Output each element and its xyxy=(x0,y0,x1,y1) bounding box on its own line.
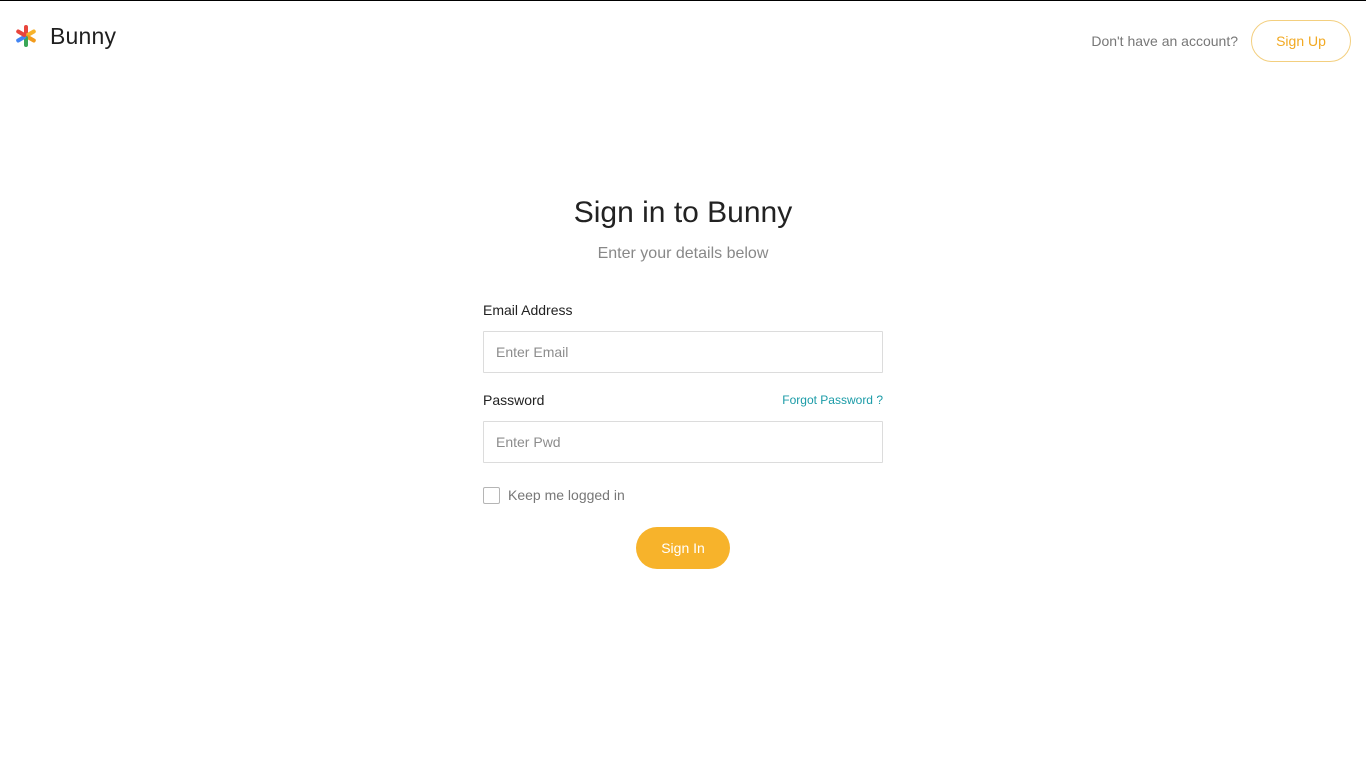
email-field-group: Email Address xyxy=(483,301,883,373)
email-label-row: Email Address xyxy=(483,301,883,319)
password-label: Password xyxy=(483,392,545,408)
sign-up-button[interactable]: Sign Up xyxy=(1251,20,1351,62)
password-field-group: Password Forgot Password ? xyxy=(483,391,883,463)
brand[interactable]: Bunny xyxy=(14,22,116,50)
page-subtitle: Enter your details below xyxy=(597,245,769,262)
submit-row: Sign In xyxy=(483,527,883,569)
keep-logged-in-checkbox[interactable] xyxy=(483,486,500,504)
forgot-password-link[interactable]: Forgot Password ? xyxy=(782,392,883,408)
keep-logged-in-row: Keep me logged in xyxy=(483,486,883,504)
keep-logged-in-label[interactable]: Keep me logged in xyxy=(508,486,625,504)
password-input[interactable] xyxy=(483,421,883,463)
brand-name: Bunny xyxy=(50,23,117,49)
asterisk-flower-icon xyxy=(16,25,36,47)
no-account-prompt: Don't have an account? xyxy=(1091,33,1238,49)
email-label: Email Address xyxy=(483,302,573,318)
sign-in-button[interactable]: Sign In xyxy=(636,527,730,569)
header-account-area: Don't have an account? Sign Up xyxy=(1091,20,1351,62)
page-title: Sign in to Bunny xyxy=(573,196,793,229)
email-input[interactable] xyxy=(483,331,883,373)
password-label-row: Password Forgot Password ? xyxy=(483,391,883,409)
login-page: Bunny Don't have an account? Sign Up Sig… xyxy=(0,0,1366,768)
sign-in-form: Sign in to Bunny Enter your details belo… xyxy=(483,193,883,569)
